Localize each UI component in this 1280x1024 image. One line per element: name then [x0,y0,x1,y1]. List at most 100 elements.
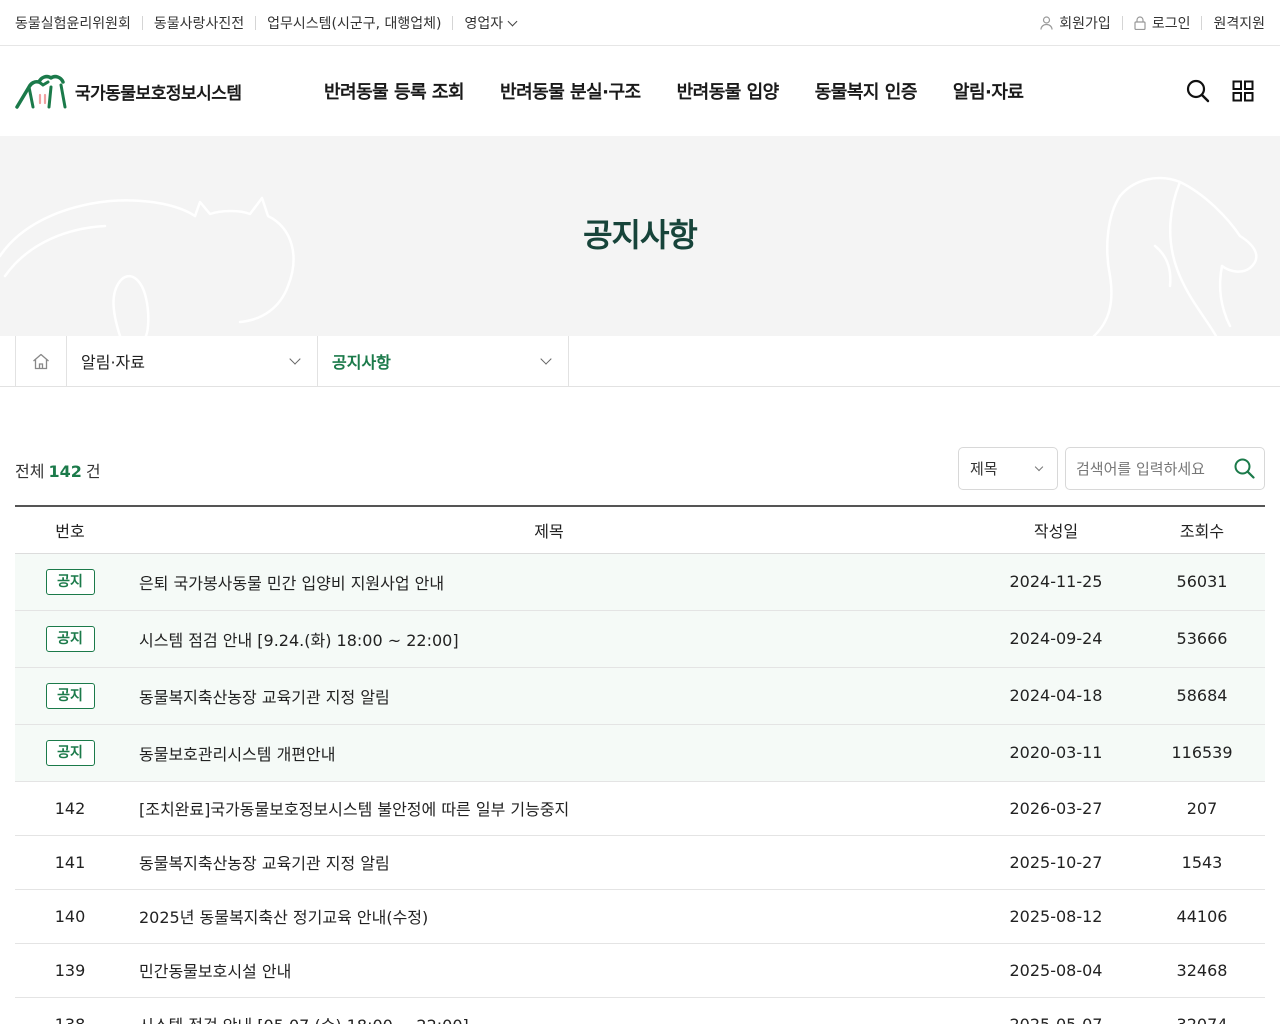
util-link-work-system[interactable]: 업무시스템(시군구, 대행업체) [267,13,441,33]
search-type-select[interactable]: 제목 [958,447,1058,490]
search-submit-button[interactable] [1234,458,1255,483]
notice-table: 번호 제목 작성일 조회수 공지 은퇴 국가봉사동물 민간 입양비 지원사업 안… [15,505,1265,1024]
row-views: 1543 [1139,835,1265,890]
row-date: 2024-04-18 [973,667,1139,725]
search-icon [1186,79,1210,103]
search-box [1065,447,1265,490]
breadcrumb-level2-dropdown[interactable]: 공지사항 [318,336,569,386]
column-header-date: 작성일 [1033,521,1079,541]
table-row: 공지 은퇴 국가봉사동물 민간 입양비 지원사업 안내 2024-11-25 5… [15,553,1265,611]
table-header-row: 번호 제목 작성일 조회수 [15,506,1265,553]
row-title-cell: 2025년 동물복지축산 정기교육 안내(수정) [125,889,973,944]
divider [1201,16,1203,30]
nav-pet-registration[interactable]: 반려동물 등록 조회 [324,78,465,104]
chevron-down-icon [1034,462,1044,472]
row-no: 138 [15,997,125,1024]
header-menu-button[interactable] [1232,80,1254,102]
row-title-cell: 동물복지축산농장 교육기관 지정 알림 [125,667,973,725]
login-link[interactable]: 로그인 [1134,13,1191,33]
search-input[interactable] [1076,448,1226,489]
utility-bar: 동물실험윤리위원회 동물사랑사진전 업무시스템(시군구, 대행업체) 영업자 회… [0,0,1280,46]
row-no: 140 [15,889,125,944]
breadcrumb-level2-label: 공지사항 [332,353,391,372]
row-views: 32074 [1139,997,1265,1024]
lock-icon [1134,16,1146,30]
row-title-cell: 은퇴 국가봉사동물 민간 입양비 지원사업 안내 [125,553,973,611]
notice-badge: 공지 [45,739,95,766]
notice-badge: 공지 [45,625,95,652]
row-no: 141 [15,835,125,890]
row-date: 2025-08-04 [973,943,1139,998]
row-title-cell: 동물보호관리시스템 개편안내 [125,724,973,782]
divider [1121,16,1123,30]
table-row: 141 동물복지축산농장 교육기관 지정 알림 2025-10-27 1543 [15,835,1265,890]
login-label: 로그인 [1151,16,1191,32]
site-logo[interactable]: 국가동물보호정보시스템 [15,73,242,109]
row-date: 2024-09-24 [973,610,1139,668]
total-number: 142 [48,462,82,481]
search-icon [1234,458,1255,479]
chevron-down-icon [540,353,552,365]
logo-text: 국가동물보호정보시스템 [75,83,242,104]
page-hero: 공지사항 [0,136,1280,336]
divider [141,16,143,30]
row-title-link[interactable]: 동물보호관리시스템 개편안내 [139,745,335,764]
table-row: 공지 동물보호관리시스템 개편안내 2020-03-11 116539 [15,724,1265,782]
page-title: 공지사항 [583,216,698,254]
row-views: 116539 [1139,724,1265,782]
row-no-cell: 공지 [15,724,125,782]
nav-notice-resources[interactable]: 알림·자료 [953,78,1024,104]
row-title-link[interactable]: 2025년 동물복지축산 정기교육 안내(수정) [139,908,428,927]
row-no: 142 [15,781,125,836]
logo-mark-icon [15,74,67,109]
table-row: 공지 동물복지축산농장 교육기관 지정 알림 2024-04-18 58684 [15,667,1265,725]
util-link-animal-ethics[interactable]: 동물실험윤리위원회 [15,13,131,33]
row-title-link[interactable]: 시스템 점검 안내 [9.24.(화) 18:00 ~ 22:00] [139,631,459,650]
util-link-photo-contest[interactable]: 동물사랑사진전 [154,13,244,33]
nav-welfare-certification[interactable]: 동물복지 인증 [815,78,918,104]
breadcrumb: 알림·자료 공지사항 [0,336,1280,387]
row-title-link[interactable]: 시스템 점검 안내 [05.07.(수) 18:00 ~ 22:00] [139,1016,469,1024]
row-title-link[interactable]: 민간동물보호시설 안내 [139,962,291,981]
nav-adoption[interactable]: 반려동물 입양 [677,78,780,104]
row-date: 2025-08-12 [973,889,1139,944]
breadcrumb-home-button[interactable] [15,336,67,386]
site-header: 국가동물보호정보시스템 반려동물 등록 조회 반려동물 분실·구조 반려동물 입… [0,46,1280,136]
row-title-cell: 시스템 점검 안내 [9.24.(화) 18:00 ~ 22:00] [125,610,973,668]
row-views: 58684 [1139,667,1265,725]
utility-links: 동물실험윤리위원회 동물사랑사진전 업무시스템(시군구, 대행업체) 영업자 [15,0,518,46]
total-suffix: 건 [85,462,101,481]
remote-support-link[interactable]: 원격지원 [1213,13,1265,33]
row-views: 56031 [1139,553,1265,611]
row-no-cell: 공지 [15,667,125,725]
row-no-cell: 공지 [15,553,125,611]
signup-label: 회원가입 [1059,16,1111,32]
header-tools [1164,79,1254,103]
nav-lost-rescue[interactable]: 반려동물 분실·구조 [500,78,641,104]
column-header-title: 제목 [534,521,564,541]
row-title-link[interactable]: 동물복지축산농장 교육기관 지정 알림 [139,854,390,873]
total-prefix: 전체 [15,462,45,481]
signup-link[interactable]: 회원가입 [1040,13,1111,33]
row-title-cell: [조치완료]국가동물보호정보시스템 불안정에 따른 일부 기능중지 [125,781,973,836]
row-title-link[interactable]: 동물복지축산농장 교육기관 지정 알림 [139,688,390,707]
divider [452,16,454,30]
table-row: 138 시스템 점검 안내 [05.07.(수) 18:00 ~ 22:00] … [15,997,1265,1024]
row-date: 2025-10-27 [973,835,1139,890]
util-link-business-dropdown[interactable]: 영업자 [464,13,518,33]
row-no-cell: 공지 [15,610,125,668]
row-title-link[interactable]: [조치완료]국가동물보호정보시스템 불안정에 따른 일부 기능중지 [139,800,569,819]
breadcrumb-level1-dropdown[interactable]: 알림·자료 [67,336,318,386]
row-title-cell: 시스템 점검 안내 [05.07.(수) 18:00 ~ 22:00] [125,997,973,1024]
row-title-link[interactable]: 은퇴 국가봉사동물 민간 입양비 지원사업 안내 [139,574,444,593]
row-date: 2024-11-25 [973,553,1139,611]
row-title-cell: 민간동물보호시설 안내 [125,943,973,998]
column-header-no: 번호 [55,521,85,541]
row-views: 44106 [1139,889,1265,944]
total-count: 전체 142 건 [15,458,101,482]
main-nav: 반려동물 등록 조회 반려동물 분실·구조 반려동물 입양 동물복지 인증 알림… [324,46,1059,136]
search-type-value: 제목 [970,460,998,478]
header-search-button[interactable] [1186,79,1210,103]
row-date: 2025-05-07 [973,997,1139,1024]
row-no: 139 [15,943,125,998]
